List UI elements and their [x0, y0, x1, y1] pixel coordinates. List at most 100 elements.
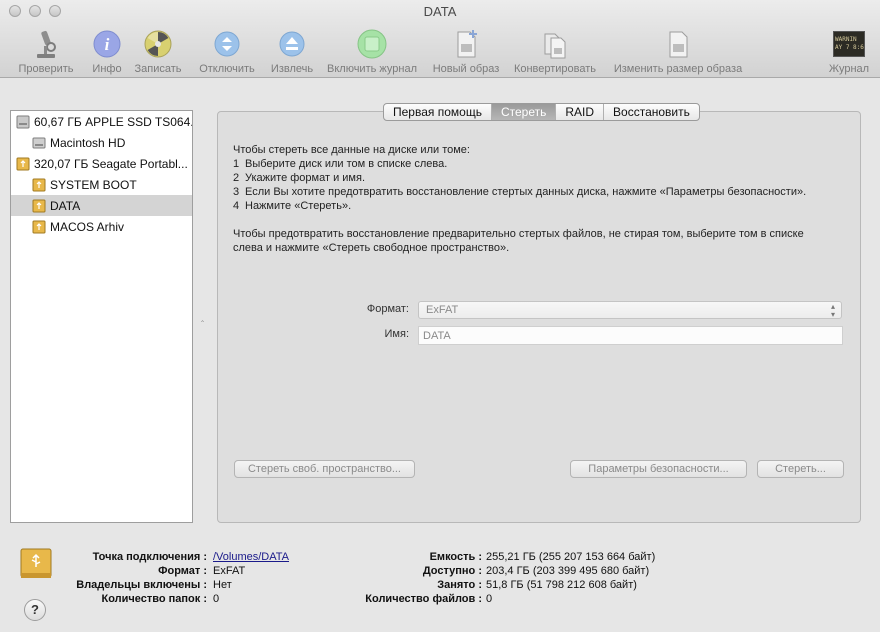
info-key: Занято :	[437, 579, 482, 591]
sidebar-item-label: MACOS Arhiv	[50, 219, 125, 234]
sidebar-item-apple-ssd[interactable]: 60,67 ГБ APPLE SSD TS064...	[11, 111, 192, 132]
resize-image-icon	[661, 28, 695, 60]
new-image-label: Новый образ	[432, 63, 500, 75]
security-options-button[interactable]: Параметры безопасности...	[570, 460, 747, 478]
sidebar-item-data[interactable]: DATA	[11, 195, 192, 216]
log-icon-text: WARNIN AY 7 8:61	[833, 31, 865, 57]
sidebar-item-seagate[interactable]: 320,07 ГБ Seagate Portabl...	[11, 153, 192, 174]
info-value: 203,4 ГБ (203 399 495 680 байт)	[486, 565, 650, 577]
step-text: Укажите формат и имя.	[245, 172, 365, 184]
eject-button[interactable]: Извлечь	[269, 28, 315, 76]
external-disk-icon	[16, 157, 30, 170]
select-arrows-icon: ▴ ▾	[830, 302, 835, 319]
sidebar-item-macos-arhiv[interactable]: MACOS Arhiv	[11, 216, 192, 237]
tab-first-aid[interactable]: Первая помощь	[384, 104, 492, 120]
burn-label: Записать	[134, 63, 182, 75]
sidebar-item-label: 60,67 ГБ APPLE SSD TS064...	[34, 114, 192, 129]
unmount-icon	[210, 28, 244, 60]
tab-restore[interactable]: Восстановить	[604, 104, 699, 120]
convert-button[interactable]: Конвертировать	[511, 28, 599, 76]
burn-button[interactable]: Записать	[133, 28, 183, 76]
unmount-button[interactable]: Отключить	[197, 28, 257, 76]
sidebar-item-label: Macintosh HD	[50, 135, 126, 150]
unmount-label: Отключить	[199, 63, 255, 75]
enable-journal-button[interactable]: Включить журнал	[324, 28, 420, 76]
external-volume-icon	[32, 178, 46, 191]
verify-label: Проверить	[18, 63, 74, 75]
info-key: Точка подключения :	[92, 551, 207, 563]
help-button[interactable]: ?	[24, 599, 46, 621]
sidebar-item-system-boot[interactable]: SYSTEM BOOT	[11, 174, 192, 195]
disk-list[interactable]: 60,67 ГБ APPLE SSD TS064... Macintosh HD…	[10, 110, 193, 523]
log-label: Журнал	[828, 63, 870, 75]
resize-image-label: Изменить размер образа	[613, 63, 743, 75]
info-value[interactable]: /Volumes/DATA	[213, 550, 289, 564]
erase-free-space-button[interactable]: Стереть своб. пространство...	[234, 460, 415, 478]
log-icon: WARNIN AY 7 8:61	[832, 28, 866, 60]
format-select[interactable]: ExFAT ▴ ▾	[418, 301, 842, 319]
info-button[interactable]: i Инфо	[89, 28, 125, 76]
erase-instructions: Чтобы стереть все данные на диске или то…	[233, 143, 833, 255]
step-text: Выберите диск или том в списке слева.	[245, 158, 448, 170]
tab-erase[interactable]: Стереть	[491, 104, 557, 120]
format-value: ExFAT	[426, 304, 459, 316]
eject-icon	[275, 28, 309, 60]
sidebar-item-macintosh-hd[interactable]: Macintosh HD	[11, 132, 192, 153]
step-number: 2	[233, 172, 240, 184]
step-number: 3	[233, 186, 240, 198]
info-key: Формат :	[158, 565, 207, 577]
verify-button[interactable]: Проверить	[16, 28, 76, 76]
enable-journal-label: Включить журнал	[327, 63, 417, 75]
splitter-handle[interactable]: ‸	[201, 312, 204, 323]
eject-label: Извлечь	[270, 63, 314, 75]
info-value: ExFAT	[213, 565, 246, 577]
name-label: Имя:	[384, 328, 409, 340]
info-key: Количество папок :	[101, 593, 207, 605]
tab-raid[interactable]: RAID	[556, 104, 605, 120]
tab-bar: Первая помощь Стереть RAID Восстановить	[383, 103, 700, 121]
step-text: Если Вы хотите предотвратить восстановле…	[245, 186, 807, 198]
burn-icon	[141, 28, 175, 60]
window-title: DATA	[423, 4, 457, 19]
info-value: 51,8 ГБ (51 798 212 608 байт)	[486, 579, 637, 591]
step-text: Нажмите «Стереть».	[245, 200, 352, 212]
convert-icon	[538, 28, 572, 60]
sidebar-item-label: 320,07 ГБ Seagate Portabl...	[34, 156, 188, 171]
log-button[interactable]: WARNIN AY 7 8:61 Журнал	[826, 28, 872, 76]
info-key: Владельцы включены :	[76, 579, 207, 591]
svg-text:i: i	[105, 35, 110, 54]
internal-disk-icon	[16, 115, 30, 128]
convert-label: Конвертировать	[513, 63, 597, 75]
erase-button[interactable]: Стереть...	[757, 460, 844, 478]
instruction-step: 3 Если Вы хотите предотвратить восстанов…	[233, 185, 833, 199]
enable-journal-icon	[355, 28, 389, 60]
name-field[interactable]	[418, 326, 843, 345]
info-value: 255,21 ГБ (255 207 153 664 байт)	[486, 551, 656, 563]
info-label: Инфо	[92, 63, 122, 75]
external-volume-icon	[32, 199, 46, 212]
info-icon: i	[90, 28, 124, 60]
instructions-intro: Чтобы стереть все данные на диске или то…	[233, 144, 470, 156]
info-value: Нет	[213, 579, 232, 591]
sidebar-item-label: SYSTEM BOOT	[50, 177, 137, 192]
format-label: Формат:	[366, 303, 409, 315]
instruction-step: 4 Нажмите «Стереть».	[233, 199, 833, 213]
mount-point-link[interactable]: /Volumes/DATA	[213, 551, 289, 563]
info-key: Количество файлов :	[365, 593, 482, 605]
info-value: 0	[486, 593, 493, 605]
resize-image-button[interactable]: Изменить размер образа	[610, 28, 746, 76]
sidebar-item-label: DATA	[50, 198, 81, 213]
step-number: 4	[233, 200, 240, 212]
new-image-icon	[449, 28, 483, 60]
volume-info: Точка подключения : /Volumes/DATA Формат…	[0, 550, 880, 610]
instruction-step: 2 Укажите формат и имя.	[233, 171, 833, 185]
microscope-icon	[29, 28, 63, 60]
instruction-step: 1 Выберите диск или том в списке слева.	[233, 157, 833, 171]
info-key: Емкость :	[429, 551, 482, 563]
toolbar: DATA Проверить i Инфо Записать Отключить…	[0, 0, 880, 78]
internal-volume-icon	[32, 137, 46, 148]
external-volume-icon	[32, 220, 46, 233]
disk-utility-window: DATA Проверить i Инфо Записать Отключить…	[0, 0, 880, 632]
new-image-button[interactable]: Новый образ	[430, 28, 502, 76]
info-key: Доступно :	[422, 565, 482, 577]
